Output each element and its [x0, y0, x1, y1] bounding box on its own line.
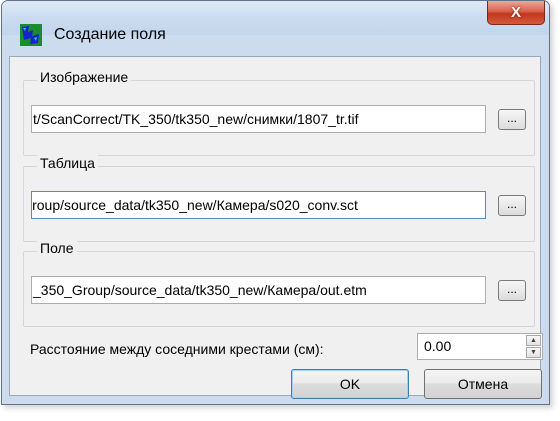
distance-spinbox[interactable]: 0.00 ▲ ▼	[417, 333, 543, 360]
image-group: Изображение t/ScanCorrect/TK_350/tk350_n…	[23, 69, 535, 156]
ok-button[interactable]: OK	[291, 369, 409, 399]
spin-arrows: ▲ ▼	[526, 335, 541, 358]
window-title: Создание поля	[54, 26, 166, 43]
cancel-button[interactable]: Отмена	[424, 369, 542, 399]
arrow-up-icon[interactable]: ▲	[526, 335, 541, 346]
image-path-field[interactable]: t/ScanCorrect/TK_350/tk350_new/снимки/18…	[31, 105, 486, 133]
field-group: Поле _350_Group/source_data/tk350_new/Ка…	[23, 240, 535, 327]
table-group: Таблица iroup/source_data/tk350_new/Каме…	[23, 155, 535, 242]
arrow-down-icon[interactable]: ▼	[526, 347, 541, 358]
distance-label: Расстояние между соседними крестами (см)…	[30, 341, 324, 357]
field-path-field[interactable]: _350_Group/source_data/tk350_new/Камера/…	[31, 276, 486, 304]
close-icon: X	[510, 4, 521, 21]
image-group-label: Изображение	[37, 69, 132, 85]
close-button[interactable]: X	[487, 1, 545, 25]
field-browse-button[interactable]: ...	[498, 280, 526, 301]
table-browse-button[interactable]: ...	[498, 195, 526, 216]
field-map-icon	[20, 24, 42, 46]
image-browse-button[interactable]: ...	[498, 109, 526, 130]
table-group-label: Таблица	[37, 155, 98, 171]
title-bar[interactable]: Создание поля X	[2, 1, 549, 46]
distance-value: 0.00	[424, 338, 452, 354]
field-group-label: Поле	[37, 240, 77, 256]
table-path-field[interactable]: iroup/source_data/tk350_new/Камера/s020_…	[31, 191, 486, 219]
